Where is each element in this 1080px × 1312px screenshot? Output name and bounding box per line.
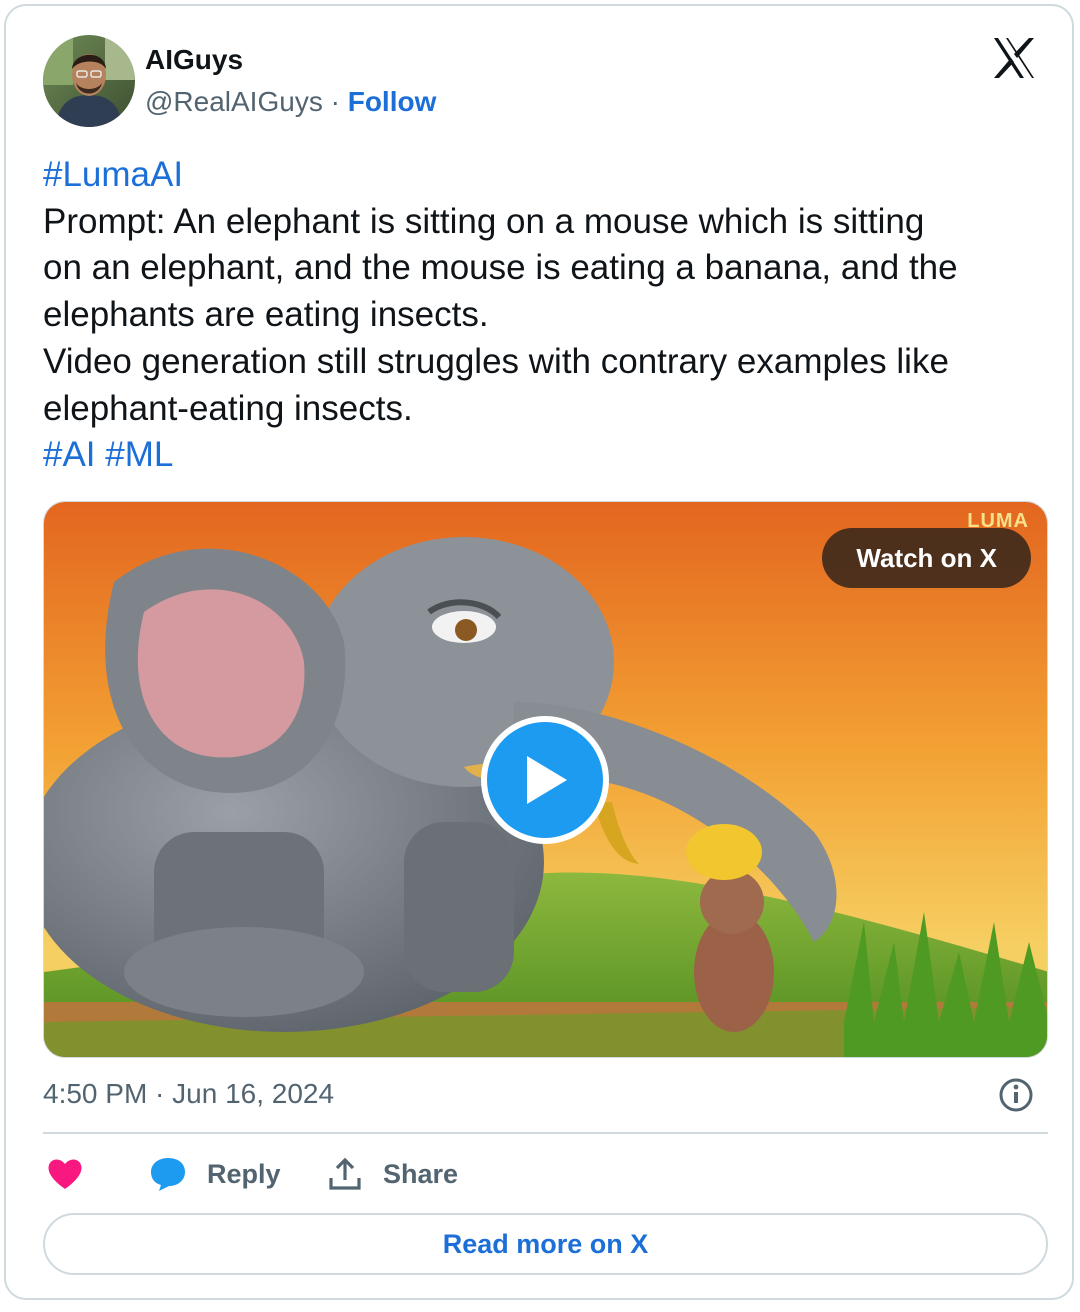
author-handle[interactable]: @RealAIGuys [145,86,323,117]
author-name[interactable]: AIGuys [145,44,243,76]
tweet-text-line: elephants are eating insects. [43,295,489,335]
share-icon [329,1157,361,1190]
play-button[interactable] [481,716,609,844]
like-button[interactable] [47,1150,83,1198]
author-handle-row: @RealAIGuys · Follow [145,86,436,118]
reply-label: Reply [207,1158,281,1189]
hashtag-ml[interactable]: #ML [105,435,173,474]
reply-button[interactable]: Reply [149,1150,281,1198]
video-thumbnail[interactable]: LUMA Watch on X [43,501,1048,1058]
divider [43,1132,1048,1134]
share-button[interactable]: Share [327,1150,458,1198]
hashtag-lumaai[interactable]: #LumaAI [43,155,183,194]
tweet-card: AIGuys @RealAIGuys · Follow #LumaAI Prom… [4,4,1074,1300]
tweet-text-line: on an elephant, and the mouse is eating … [43,248,958,288]
tweet-text: #LumaAI Prompt: An elephant is sitting o… [43,152,1053,479]
read-more-button[interactable]: Read more on X [43,1213,1048,1275]
follow-button[interactable]: Follow [348,86,437,117]
separator-dot: · [330,86,340,117]
hashtag-ai[interactable]: #AI [43,435,96,474]
heart-icon [48,1159,82,1189]
x-logo-icon[interactable] [992,36,1036,80]
reply-bubble-icon [151,1158,185,1191]
tweet-text-line: elephant-eating insects. [43,388,413,428]
tweet-timestamp[interactable]: 4:50 PM · Jun 16, 2024 [43,1078,334,1110]
tweet-text-line: Prompt: An elephant is sitting on a mous… [43,201,925,241]
info-icon[interactable] [998,1077,1034,1113]
tweet-text-line: Video generation still struggles with co… [43,341,949,381]
avatar[interactable] [43,35,135,127]
watch-on-x-button[interactable]: Watch on X [822,528,1031,588]
play-icon [527,756,567,804]
share-label: Share [383,1158,459,1189]
